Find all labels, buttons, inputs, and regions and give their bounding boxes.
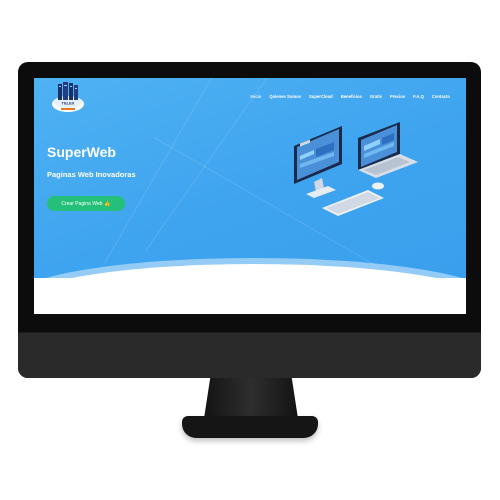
screen: TELEX Inicio Quienes Somos SuperCloud Be… <box>34 78 466 314</box>
monitor-stand-neck <box>204 378 298 418</box>
hero-decor-line <box>144 78 295 252</box>
nav-item-gratis[interactable]: Gratis <box>370 94 382 99</box>
nav-item-beneficios[interactable]: Beneficios <box>341 94 362 99</box>
monitor-stand-base <box>182 416 318 438</box>
hero-subtitle: Paginas Web Inovadoras <box>47 170 136 179</box>
nav-item-faq[interactable]: F.A.Q <box>413 94 424 99</box>
nav-item-supercloud[interactable]: SuperCloud <box>309 94 333 99</box>
nav-item-contacto[interactable]: Contacto <box>432 94 450 99</box>
monitor-chin <box>18 333 481 378</box>
logo-text: TELEX <box>62 101 75 106</box>
hero-section: TELEX Inicio Quienes Somos SuperCloud Be… <box>34 78 466 278</box>
nav-item-inicio[interactable]: Inicio <box>250 94 261 99</box>
hero-title: SuperWeb <box>47 144 116 160</box>
create-website-button[interactable]: Crear Pagina Web 👍 <box>47 196 125 211</box>
nav-item-quienes-somos[interactable]: Quienes Somos <box>269 94 301 99</box>
nav-item-precios[interactable]: Precios <box>390 94 405 99</box>
thumbs-up-icon: 👍 <box>104 200 111 207</box>
main-nav: Inicio Quienes Somos SuperCloud Benefici… <box>250 94 450 99</box>
cta-label: Crear Pagina Web <box>61 200 103 207</box>
devices-illustration <box>294 122 418 216</box>
logo[interactable]: TELEX <box>50 80 86 114</box>
